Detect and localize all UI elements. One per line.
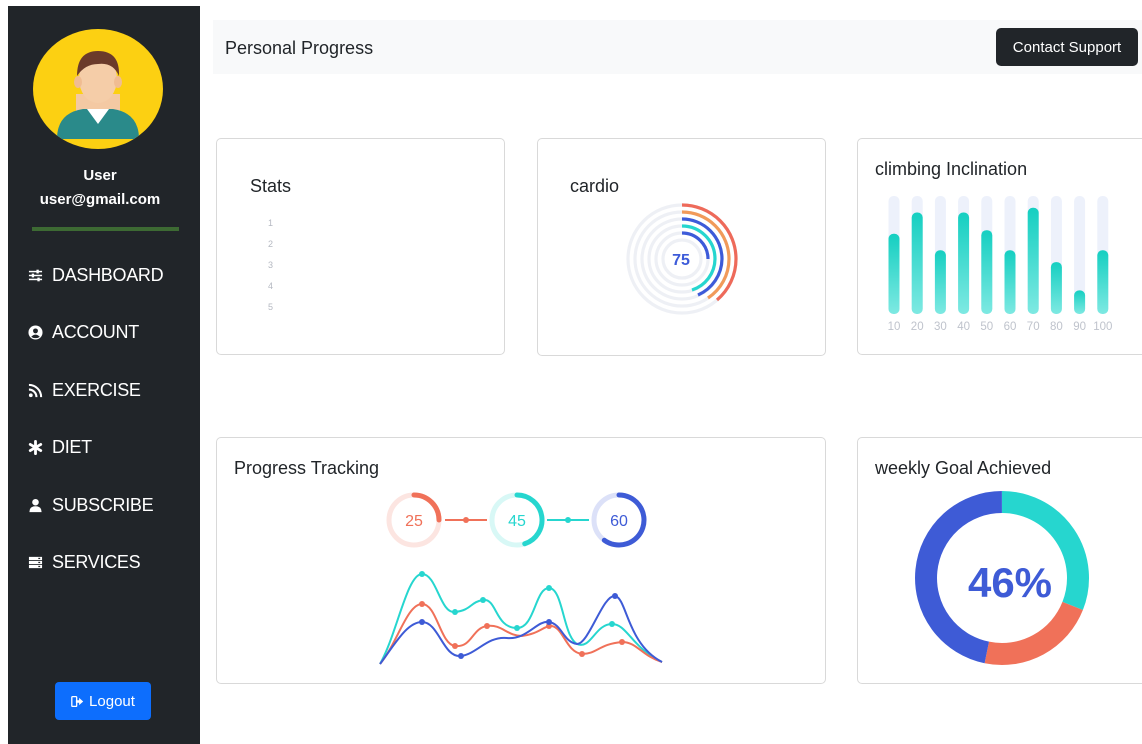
sidebar: User user@gmail.com DASHBOARD ACCOUNT EX… <box>8 6 200 744</box>
climb-tick-label: 60 <box>1004 321 1017 333</box>
asterisk-icon <box>26 438 44 456</box>
weekly-goal-donut: 46% <box>915 491 1089 665</box>
nav-label: DIET <box>52 436 92 457</box>
weekly-donut-coral-segment <box>984 601 1083 665</box>
stats-card[interactable]: Stats 1 2 3 4 5 <box>216 138 505 355</box>
nav-label: DASHBOARD <box>52 264 164 285</box>
stats-row-label: 5 <box>268 302 273 311</box>
climb-bar <box>888 233 900 314</box>
nav-label: ACCOUNT <box>52 321 139 342</box>
climb-tick-label: 90 <box>1073 321 1086 333</box>
climb-bar <box>1074 290 1086 314</box>
stats-row-label: 1 <box>268 218 273 228</box>
progress-ring-label: 60 <box>610 513 628 530</box>
climb-bar <box>1050 262 1062 314</box>
stats-bars-chart: 1 2 3 4 5 <box>268 217 454 311</box>
climb-bar <box>981 230 993 314</box>
climb-tick-label: 30 <box>934 321 947 333</box>
sliders-icon <box>26 266 44 284</box>
progress-tracking-chart: 25 45 60 <box>379 492 663 665</box>
user-icon <box>26 496 44 514</box>
user-name: User <box>83 167 117 184</box>
stats-row-label: 3 <box>268 260 273 270</box>
progress-ring-label: 45 <box>508 513 526 530</box>
nav-dashboard[interactable]: DASHBOARD <box>26 260 164 290</box>
climbing-card[interactable]: climbing Inclination 10 20 30 40 50 60 70 80 90 1… <box>857 138 1142 355</box>
sign-out-icon <box>71 695 84 707</box>
page-title: Personal Progress <box>225 38 374 58</box>
rss-icon <box>26 381 44 399</box>
card-title: Stats <box>250 176 292 196</box>
progress-tracking-card[interactable]: Progress Tracking 25 45 60 <box>216 437 826 684</box>
card-title: climbing Inclination <box>875 159 1028 179</box>
nav-exercise[interactable]: EXERCISE <box>26 375 141 405</box>
card-title: weekly Goal Achieved <box>875 458 1052 478</box>
sidebar-divider <box>32 227 179 231</box>
climb-tick-label: 20 <box>911 321 924 333</box>
climb-bar <box>1027 207 1039 314</box>
nav-label: EXERCISE <box>52 379 141 400</box>
weekly-goal-value: 46% <box>968 559 1052 606</box>
nav-diet[interactable]: DIET <box>26 432 92 462</box>
card-title: Progress Tracking <box>234 458 380 478</box>
weekly-goal-card[interactable]: weekly Goal Achieved 46% <box>857 437 1142 684</box>
climb-tick-label: 50 <box>980 321 993 333</box>
nav-label: SERVICES <box>52 551 141 572</box>
cardio-value: 75 <box>672 252 690 269</box>
nav-label: SUBSCRIBE <box>52 494 154 515</box>
progress-ring-label: 25 <box>405 513 423 530</box>
stats-row-label: 2 <box>268 239 273 249</box>
nav-subscribe[interactable]: SUBSCRIBE <box>26 490 154 520</box>
stats-row-label: 4 <box>268 281 273 291</box>
logout-button[interactable]: Logout <box>55 682 151 720</box>
climb-tick-label: 70 <box>1027 321 1040 333</box>
card-title: cardio <box>570 176 620 196</box>
cardio-card[interactable]: cardio 75 <box>537 138 826 356</box>
nav-account[interactable]: ACCOUNT <box>26 317 139 347</box>
climb-tick-label: 40 <box>957 321 970 333</box>
nav-services[interactable]: SERVICES <box>26 547 141 577</box>
climb-tick-label: 100 <box>1093 321 1112 333</box>
user-email: user@gmail.com <box>39 191 161 208</box>
logout-label: Logout <box>89 692 135 710</box>
climbing-bar-chart: 10 20 30 40 50 60 70 80 90 100 <box>888 196 1112 333</box>
avatar <box>33 29 163 149</box>
climb-bar <box>911 212 923 314</box>
server-icon <box>26 553 44 571</box>
climb-tick-label: 80 <box>1050 321 1063 333</box>
climb-bar <box>934 250 946 314</box>
user-circle-icon <box>26 323 44 341</box>
climb-bar <box>1097 250 1109 314</box>
top-bar: Personal Progress Contact Support <box>213 20 1142 74</box>
cardio-rings-chart: 75 <box>626 203 738 315</box>
climb-bar <box>958 212 970 314</box>
contact-support-button[interactable]: Contact Support <box>996 28 1138 66</box>
climb-tick-label: 10 <box>888 321 901 333</box>
climb-bar <box>1004 250 1016 314</box>
